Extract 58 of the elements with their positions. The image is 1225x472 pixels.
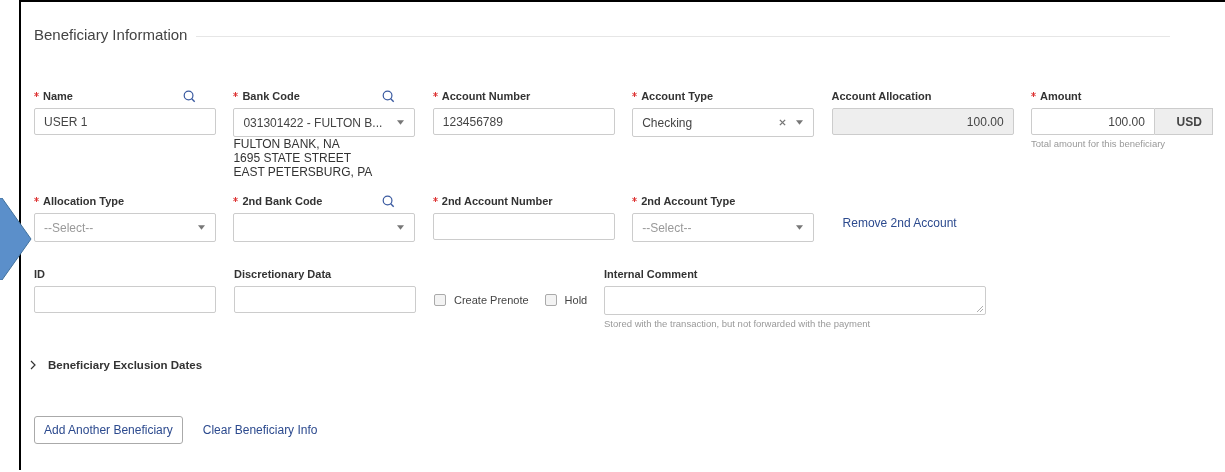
required-asterisk-icon [1030,92,1036,97]
required-asterisk-icon [34,92,39,97]
field-hint: Total amount for this beneficiary [1030,138,1167,149]
exclusion-dates-toggle[interactable]: Beneficiary Exclusion Dates [30,355,210,375]
checkbox-label[interactable]: Hold [564,294,588,306]
field-label: 2nd Account Number [432,195,553,207]
currency-addon: USD [1154,108,1213,135]
clear-icon[interactable] [779,119,787,126]
checkbox-label[interactable]: Create Prenote [454,294,529,306]
field-label: Amount [1030,90,1082,102]
dropdown-caret-icon [198,225,205,230]
bank-address-line: EAST PETERSBURG, PA [233,165,374,179]
text-field[interactable] [34,286,216,313]
field-label: ID [34,268,45,280]
text-field[interactable]: USER 1 [34,108,216,135]
amount-field[interactable]: 100.00 [1030,108,1155,135]
remove-account-link[interactable]: Remove 2nd Account [842,216,957,230]
bank-address-line: 1695 STATE STREET [233,151,352,165]
resize-grip-icon[interactable] [977,306,983,312]
required-asterisk-icon [432,92,438,97]
field-label: Account Number [432,90,531,102]
bank-address-line: FULTON BANK, NA [233,137,341,151]
field-label: Name [34,90,73,102]
field-hint: Stored with the transaction, but not forwarded with the payment [604,318,872,329]
field-label: 2nd Account Type [632,195,736,207]
text-field[interactable] [432,213,615,240]
text-field[interactable] [234,286,416,313]
dropdown-caret-icon [397,120,405,125]
checkbox[interactable] [434,294,446,306]
required-asterisk-icon [632,197,638,202]
dropdown-caret-icon [796,225,804,230]
search-icon[interactable] [183,89,196,103]
section-title: Beneficiary Information [34,26,188,43]
field-label: Discretionary Data [234,268,332,280]
search-icon[interactable] [382,194,396,208]
field-label: Account Allocation [831,90,932,102]
search-icon[interactable] [382,89,396,103]
field-label: Internal Comment [604,268,698,280]
clear-info-link[interactable]: Clear Beneficiary Info [202,423,318,437]
required-asterisk-icon [432,197,438,202]
dropdown-caret-icon [397,225,405,230]
checkbox[interactable] [544,294,557,306]
comment-textarea[interactable] [604,286,986,315]
select-field[interactable]: 031301422 - FULTON B... [233,108,416,137]
text-field[interactable]: 123456789 [432,108,615,135]
required-asterisk-icon [233,92,239,97]
dropdown-caret-icon [796,120,804,125]
select-field[interactable]: Checking [632,108,815,137]
add-beneficiary-button[interactable]: Add Another Beneficiary [34,416,183,444]
required-asterisk-icon [632,92,638,97]
required-asterisk-icon [233,197,239,202]
field-label: Allocation Type [34,195,125,207]
select-field[interactable] [233,213,416,242]
field-label: Account Type [632,90,714,102]
field-label: 2nd Bank Code [233,195,323,207]
required-asterisk-icon [34,197,39,202]
chevron-icon [30,360,36,370]
field-label: Bank Code [233,90,300,102]
